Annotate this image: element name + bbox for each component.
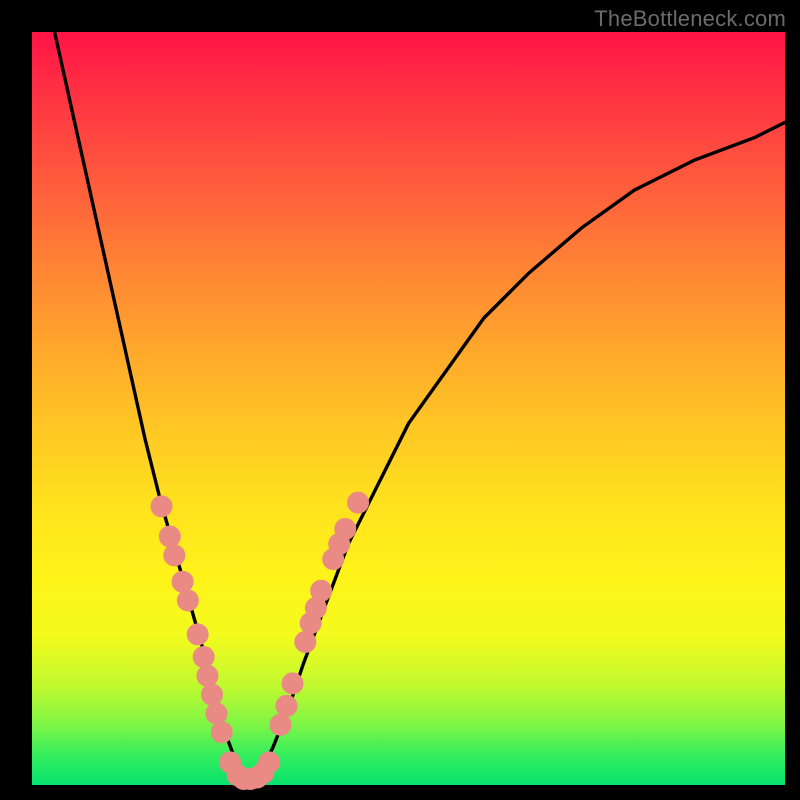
plot-area [32,32,785,785]
data-point [159,526,180,547]
data-point [206,703,227,724]
data-point [270,714,291,735]
curve-svg [32,32,785,785]
data-point [197,665,218,686]
data-point [201,684,222,705]
data-point [151,496,172,517]
data-point [164,545,185,566]
data-point [259,752,280,773]
data-point [193,646,214,667]
data-point [276,695,297,716]
data-point [295,631,316,652]
watermark-text: TheBottleneck.com [594,6,786,32]
curve-markers [151,492,369,789]
data-point [335,518,356,539]
data-point [187,624,208,645]
bottleneck-curve [55,32,785,777]
data-point [172,571,193,592]
chart-frame: TheBottleneck.com [0,0,800,800]
data-point [348,492,369,513]
data-point [311,580,332,601]
data-point [177,590,198,611]
data-point [211,722,232,743]
data-point [282,673,303,694]
